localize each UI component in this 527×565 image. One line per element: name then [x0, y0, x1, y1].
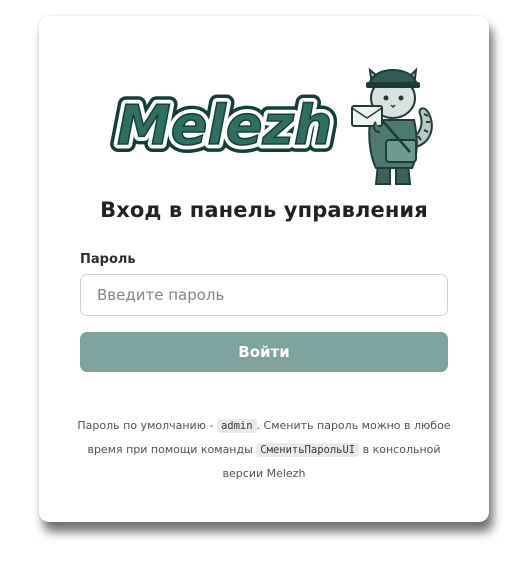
login-card: Melezh Melezh Melezh Вход в панель управ… — [39, 16, 489, 522]
hint-text-1: Пароль по умолчанию - — [77, 419, 217, 432]
password-label: Пароль — [80, 252, 136, 267]
default-password-hint: Пароль по умолчанию - admin. Сменить пар… — [75, 414, 453, 486]
change-password-command-code: СменитьПарольUI — [256, 443, 360, 457]
page-title: Вход в панель управления — [100, 198, 428, 222]
logo: Melezh Melezh Melezh — [107, 56, 437, 192]
default-password-code: admin — [216, 419, 257, 433]
password-input[interactable] — [80, 274, 448, 316]
login-button[interactable]: Войти — [80, 332, 448, 372]
cat-mascot-icon — [350, 56, 440, 196]
melezh-wordmark: Melezh Melezh Melezh — [107, 84, 340, 174]
svg-text:Melezh: Melezh — [117, 94, 332, 157]
